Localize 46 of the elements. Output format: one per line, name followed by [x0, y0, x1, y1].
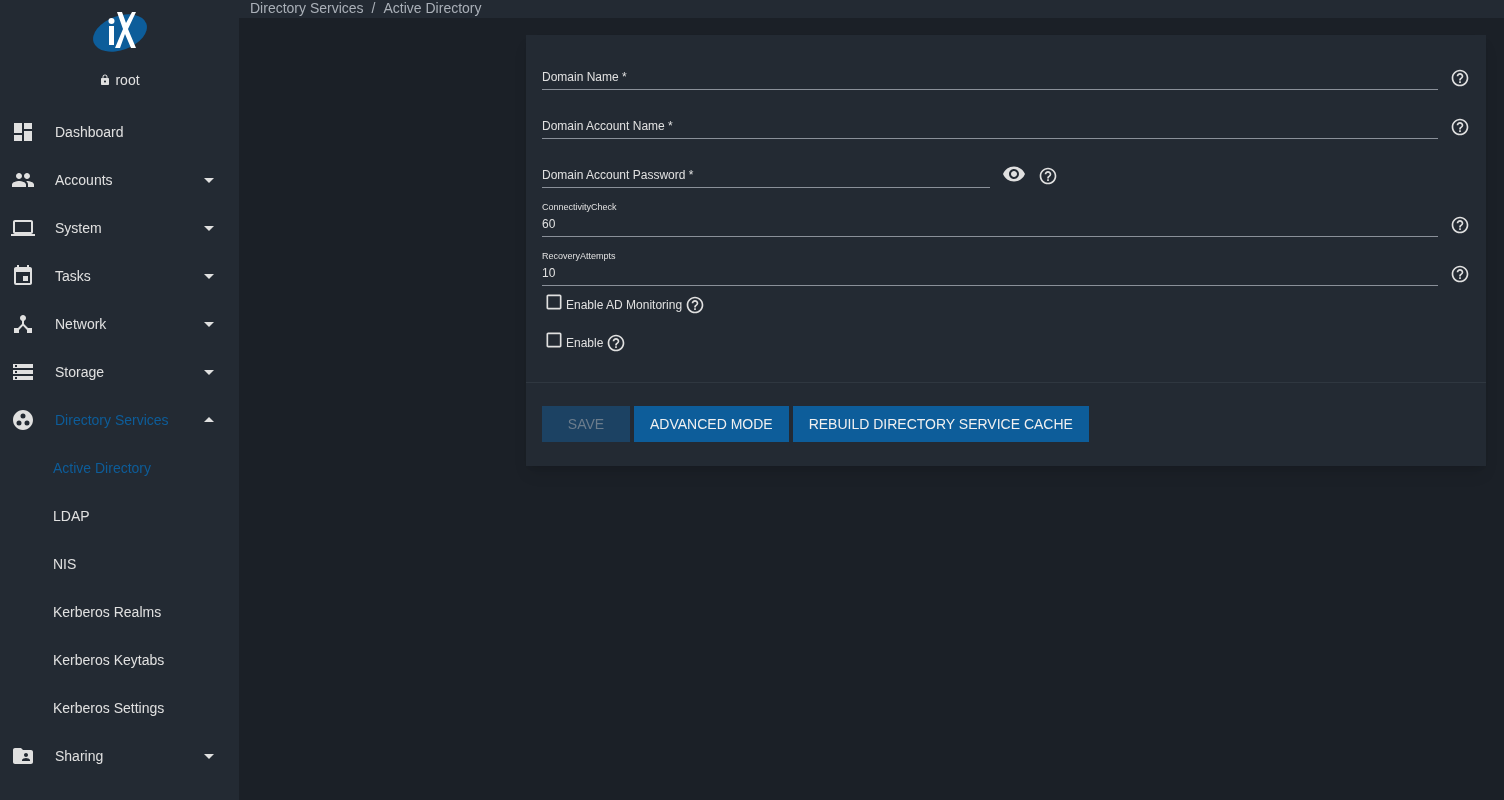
nav-subitem[interactable]: NIS [0, 540, 239, 588]
nav-item[interactable]: Network [0, 300, 239, 348]
nav-item[interactable]: Dashboard [0, 108, 239, 156]
checkbox-label: Enable AD Monitoring [566, 297, 683, 314]
nav-item[interactable]: Accounts [0, 156, 239, 204]
nav-subitem[interactable]: Kerberos Realms [0, 588, 239, 636]
nav-item[interactable]: Storage [0, 348, 239, 396]
breadcrumb-separator: / [371, 0, 376, 16]
nav-item[interactable]: System [0, 204, 239, 252]
action-button[interactable]: ADVANCED MODE [634, 406, 789, 442]
help-icon[interactable] [606, 333, 627, 353]
help-icon[interactable] [1450, 68, 1470, 88]
checkbox[interactable] [544, 330, 564, 350]
field-label: RecoveryAttempts [542, 250, 617, 262]
text-field[interactable]: ConnectivityCheck 60 [542, 197, 1438, 237]
field-label: Domain Account Name * [542, 118, 674, 134]
lock-icon [99, 74, 112, 86]
text-field[interactable]: Domain Account Name * [542, 99, 1438, 139]
field-value: 60 [542, 216, 557, 232]
field-label: Domain Account Password * [542, 167, 695, 183]
network-icon [11, 312, 35, 336]
checkbox-label: Enable [566, 335, 604, 352]
circle-dots-icon [11, 408, 35, 432]
help-icon[interactable] [685, 295, 706, 315]
text-field[interactable]: RecoveryAttempts 10 [542, 246, 1438, 286]
field-label: ConnectivityCheck [542, 201, 618, 213]
nav-subitem[interactable]: Kerberos Keytabs [0, 636, 239, 684]
help-icon[interactable] [1450, 117, 1470, 137]
username: root [115, 70, 140, 90]
help-icon[interactable] [1450, 264, 1470, 284]
nav-item[interactable]: Sharing [0, 732, 239, 780]
nav-item[interactable]: Tasks [0, 252, 239, 300]
help-icon[interactable] [1450, 215, 1470, 235]
dashboard-icon [11, 120, 35, 144]
field-label: Domain Name * [542, 69, 628, 85]
text-field[interactable]: Domain Account Password * [542, 148, 990, 188]
help-icon[interactable] [1038, 166, 1058, 186]
nav-subitem[interactable]: Kerberos Settings [0, 684, 239, 732]
checkbox[interactable] [544, 292, 564, 312]
nav-subitem[interactable]: LDAP [0, 492, 239, 540]
field-value: 10 [542, 265, 557, 281]
breadcrumb-item[interactable]: Directory Services [250, 0, 364, 16]
calendar-icon [11, 264, 35, 288]
action-button[interactable]: REBUILD DIRECTORY SERVICE CACHE [792, 406, 1089, 442]
text-field[interactable]: Domain Name * [542, 50, 1438, 90]
breadcrumb-item[interactable]: Active Directory [383, 0, 482, 16]
